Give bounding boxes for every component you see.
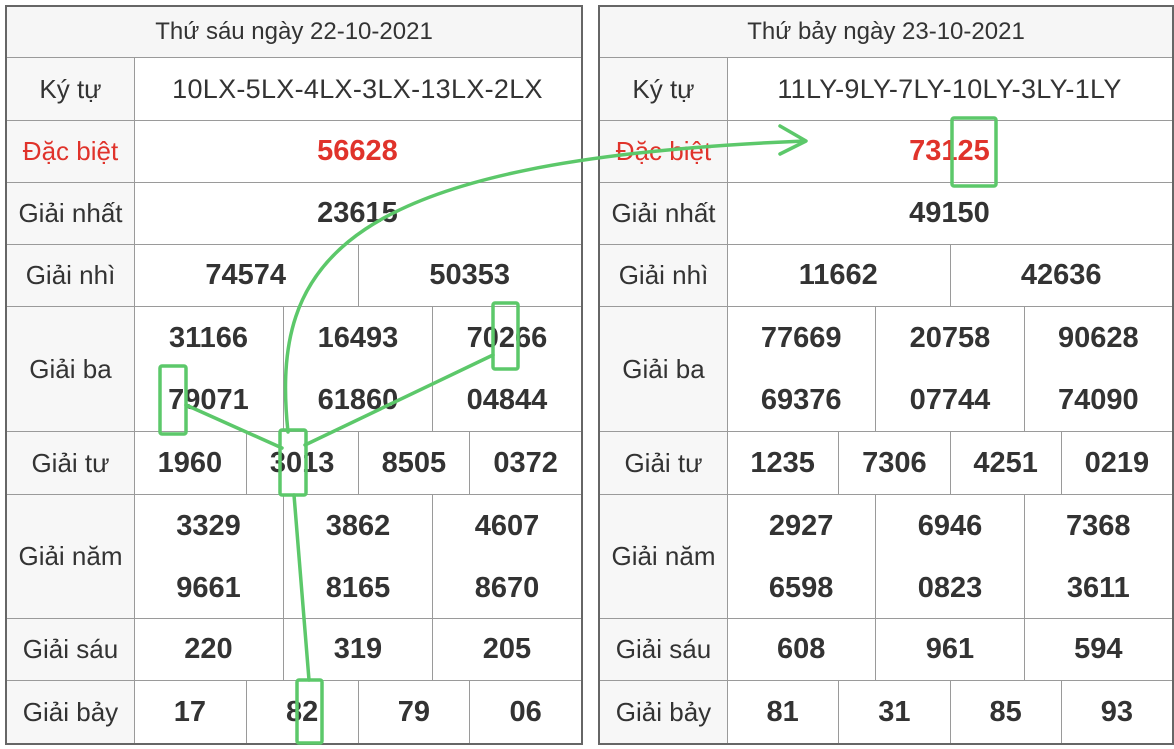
row-label: Giải nhì [7, 245, 135, 306]
prize-value: 1235 [750, 446, 815, 479]
prize-value: 3862 [282, 495, 432, 557]
row-giai-tu: Giải tư 1960 3013 8505 0372 [7, 431, 581, 494]
row-giai-nhat: Giải nhất 23615 [7, 182, 581, 244]
prize-value: 70266 [431, 307, 581, 369]
results-table-right: Thứ bảy ngày 23-10-2021 Ký tự 11LY-9LY-7… [598, 5, 1174, 745]
prize-value: 93 [1060, 681, 1172, 743]
ky-tu-value: 11LY-9LY-7LY-10LY-3LY-1LY [777, 73, 1122, 104]
prize-value: 6946 [875, 495, 1023, 557]
row-label: Ký tự [7, 58, 135, 120]
prize-value: 23615 [317, 197, 398, 229]
prize-value: 3611 [1023, 557, 1172, 619]
prize-value: 0823 [875, 557, 1023, 619]
prize-value: 16493 [282, 307, 432, 369]
prize-value: 961 [875, 619, 1023, 680]
row-label: Giải ba [600, 307, 728, 431]
row-giai-nam: Giải năm 2927 6946 7368 6598 0823 3611 [600, 494, 1172, 619]
row-dac-biet: Đặc biệt 56628 [7, 120, 581, 182]
row-giai-bay: Giải bảy 17 82 79 06 [7, 680, 581, 743]
prize-value: 61860 [282, 369, 432, 432]
row-label: Giải tư [600, 432, 728, 494]
special-prize-value: 56628 [317, 135, 398, 167]
prize-value: 220 [184, 633, 233, 665]
results-table-left: Thứ sáu ngày 22-10-2021 Ký tự 10LX-5LX-4… [5, 5, 583, 745]
prize-value: 42636 [949, 245, 1173, 306]
prize-value: 594 [1023, 619, 1172, 680]
row-label: Giải tư [7, 432, 135, 494]
prize-value: 2927 [768, 509, 834, 542]
prize-value: 3329 [176, 509, 241, 542]
row-label: Ký tự [600, 58, 728, 120]
row-giai-nhi: Giải nhì 11662 42636 [600, 244, 1172, 306]
prize-value: 4251 [949, 432, 1061, 494]
prize-value: 0372 [469, 432, 581, 494]
special-prize-value: 73125 [909, 135, 990, 167]
prize-value: 49150 [909, 197, 990, 229]
row-giai-ba: Giải ba 77669 20758 90628 69376 07744 74… [600, 306, 1172, 432]
prize-value: 74574 [205, 259, 287, 291]
prize-value: 11662 [798, 259, 878, 291]
prize-value: 06 [469, 681, 581, 743]
row-label: Giải nhất [7, 183, 135, 244]
prize-value: 81 [766, 695, 799, 728]
prize-value: 04844 [431, 369, 581, 432]
row-ky-tu: Ký tự 10LX-5LX-4LX-3LX-13LX-2LX [7, 57, 581, 120]
prize-value: 31166 [168, 321, 249, 354]
row-giai-ba: Giải ba 31166 16493 70266 79071 61860 04… [7, 306, 581, 432]
prize-value: 1960 [157, 446, 223, 479]
prize-value: 69376 [760, 384, 842, 416]
prize-value: 07744 [875, 369, 1023, 432]
row-label: Giải nhất [600, 183, 728, 244]
row-giai-sau: Giải sáu 220 319 205 [7, 618, 581, 680]
row-label: Giải sáu [600, 619, 728, 680]
row-ky-tu: Ký tự 11LY-9LY-7LY-10LY-3LY-1LY [600, 57, 1172, 120]
prize-value: 82 [245, 681, 358, 743]
prize-value: 319 [282, 619, 432, 680]
prize-value: 90628 [1023, 307, 1172, 369]
row-label: Giải bảy [600, 681, 728, 743]
row-label: Đặc biệt [600, 121, 728, 182]
row-label: Đặc biệt [7, 121, 135, 182]
prize-value: 6598 [768, 571, 834, 604]
prize-value: 77669 [760, 321, 842, 354]
prize-value: 20758 [875, 307, 1023, 369]
prize-value: 8165 [282, 557, 432, 619]
row-label: Giải bảy [7, 681, 135, 743]
date-header: Thứ bảy ngày 23-10-2021 [600, 7, 1172, 57]
prize-value: 608 [776, 633, 826, 665]
prize-value: 8505 [357, 432, 470, 494]
row-giai-tu: Giải tư 1235 7306 4251 0219 [600, 431, 1172, 494]
prize-value: 0219 [1060, 432, 1172, 494]
row-label: Giải sáu [7, 619, 135, 680]
row-giai-nhi: Giải nhì 74574 50353 [7, 244, 581, 306]
prize-value: 3013 [245, 432, 358, 494]
prize-value: 50353 [357, 245, 582, 306]
row-giai-bay: Giải bảy 81 31 85 93 [600, 680, 1172, 743]
prize-value: 31 [838, 681, 949, 743]
prize-value: 7306 [838, 432, 949, 494]
row-giai-nhat: Giải nhất 49150 [600, 182, 1172, 244]
prize-value: 7368 [1023, 495, 1172, 557]
date-header: Thứ sáu ngày 22-10-2021 [7, 7, 581, 57]
row-giai-sau: Giải sáu 608 961 594 [600, 618, 1172, 680]
prize-value: 74090 [1023, 369, 1172, 432]
row-label: Giải năm [600, 495, 728, 618]
prize-value: 79 [357, 681, 470, 743]
ky-tu-value: 10LX-5LX-4LX-3LX-13LX-2LX [172, 73, 543, 104]
prize-value: 79071 [168, 384, 249, 416]
prize-value: 17 [173, 695, 206, 728]
row-label: Giải năm [7, 495, 135, 618]
prize-value: 205 [431, 619, 581, 680]
row-label: Giải ba [7, 307, 135, 431]
prize-value: 9661 [176, 571, 241, 604]
row-label: Giải nhì [600, 245, 728, 306]
prize-value: 85 [949, 681, 1061, 743]
prize-value: 4607 [431, 495, 581, 557]
row-giai-nam: Giải năm 3329 3862 4607 9661 8165 8670 [7, 494, 581, 619]
row-dac-biet: Đặc biệt 73125 [600, 120, 1172, 182]
prize-value: 8670 [431, 557, 581, 619]
